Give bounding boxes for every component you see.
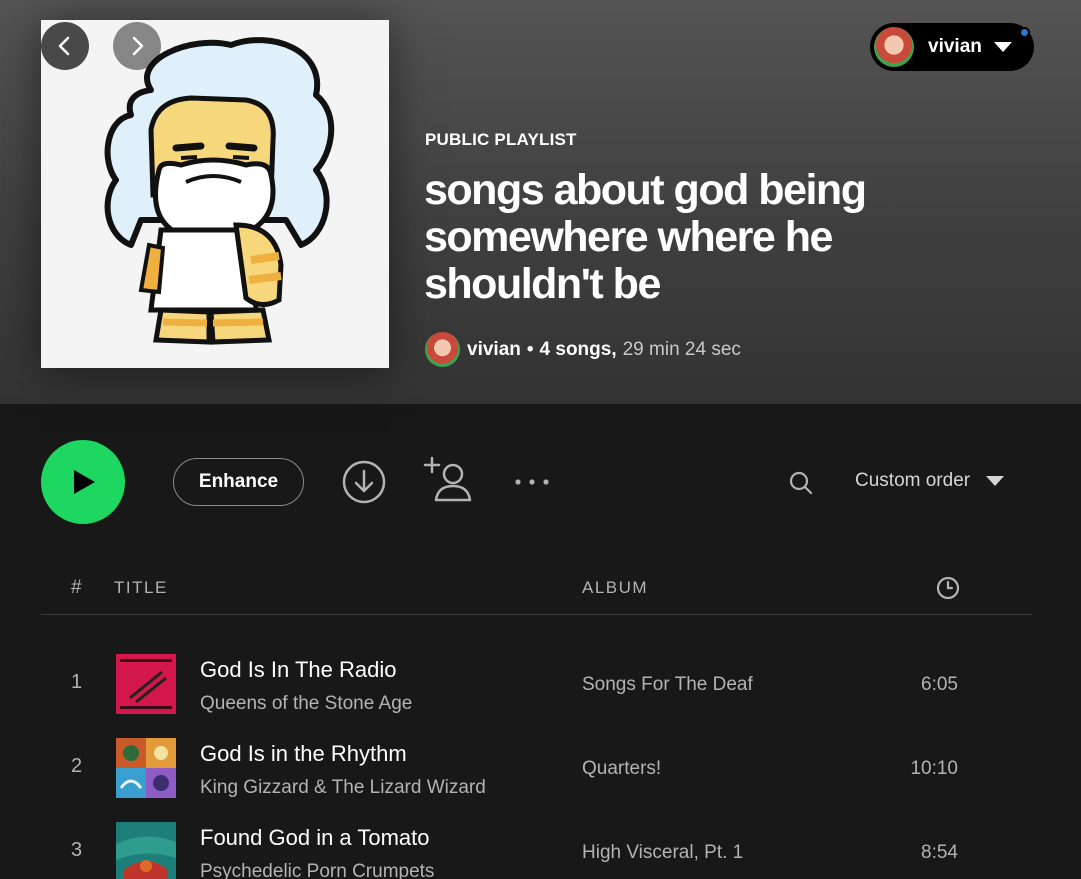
track-album[interactable]: High Visceral, Pt. 1 bbox=[582, 842, 743, 864]
sort-label: Custom order bbox=[855, 470, 971, 491]
track-artist[interactable]: Psychedelic Porn Crumpets bbox=[200, 861, 434, 879]
play-icon bbox=[74, 470, 95, 494]
track-duration: 10:10 bbox=[910, 758, 958, 779]
user-menu-button[interactable]: vivian bbox=[870, 23, 1034, 71]
caret-down-icon bbox=[986, 476, 1005, 486]
action-bar: Enhance Custom order bbox=[0, 440, 1081, 524]
song-count: 4 songs, bbox=[539, 338, 617, 360]
download-icon bbox=[342, 460, 386, 504]
user-name: vivian bbox=[928, 36, 982, 57]
playlist-type-label: PUBLIC PLAYLIST bbox=[425, 130, 577, 149]
add-user-icon bbox=[423, 456, 472, 502]
playlist-cover-image[interactable] bbox=[41, 20, 389, 368]
sort-dropdown[interactable]: Custom order bbox=[855, 470, 1005, 492]
track-album[interactable]: Quarters! bbox=[582, 758, 661, 780]
owner-avatar bbox=[425, 332, 460, 367]
separator-dot: • bbox=[526, 338, 534, 360]
track-row[interactable]: 2 God Is in the Rhythm King Gizzard & Th… bbox=[41, 726, 1032, 810]
playlist-meta: vivian • 4 songs, 29 min 24 sec bbox=[425, 332, 741, 367]
playlist-header: vivian PUBLIC PLAYLIST songs about god b… bbox=[0, 0, 1081, 404]
column-album[interactable]: ALBUM bbox=[582, 578, 648, 598]
owner-link[interactable]: vivian bbox=[467, 339, 521, 361]
search-in-playlist-button[interactable] bbox=[786, 468, 816, 498]
track-duration: 6:05 bbox=[921, 674, 958, 695]
user-avatar bbox=[874, 27, 914, 67]
notification-dot bbox=[1019, 27, 1030, 38]
chevron-right-icon bbox=[132, 36, 144, 56]
track-duration: 8:54 bbox=[921, 842, 958, 863]
forward-button[interactable] bbox=[113, 22, 161, 70]
track-number: 1 bbox=[71, 671, 83, 693]
track-title[interactable]: God Is In The Radio bbox=[200, 657, 397, 683]
column-index: # bbox=[71, 577, 84, 598]
track-row[interactable]: 3 Found God in a Tomato Psychedelic Porn… bbox=[41, 810, 1032, 879]
track-number: 3 bbox=[71, 839, 83, 861]
clock-icon bbox=[936, 576, 960, 600]
track-number: 2 bbox=[71, 755, 83, 777]
enhance-button[interactable]: Enhance bbox=[173, 458, 304, 506]
track-album[interactable]: Songs For The Deaf bbox=[582, 674, 753, 696]
track-artist[interactable]: King Gizzard & The Lizard Wizard bbox=[200, 777, 486, 799]
playlist-title[interactable]: songs about god being somewhere where he… bbox=[424, 167, 944, 308]
add-collaborator-button[interactable] bbox=[422, 456, 476, 506]
back-button[interactable] bbox=[41, 22, 89, 70]
download-button[interactable] bbox=[340, 458, 388, 506]
playlist-duration: 29 min 24 sec bbox=[622, 338, 741, 360]
album-art bbox=[116, 654, 176, 714]
play-button[interactable] bbox=[41, 440, 125, 524]
track-title[interactable]: God Is in the Rhythm bbox=[200, 741, 407, 767]
album-art bbox=[116, 738, 176, 798]
column-duration[interactable] bbox=[935, 575, 961, 606]
column-title[interactable]: TITLE bbox=[114, 578, 168, 598]
track-row[interactable]: 1 God Is In The Radio Queens of the Ston… bbox=[41, 642, 1032, 726]
track-artist[interactable]: Queens of the Stone Age bbox=[200, 693, 412, 715]
more-options-button[interactable] bbox=[510, 470, 554, 494]
track-table-header: # TITLE ALBUM bbox=[41, 560, 1032, 615]
more-horizontal-icon bbox=[515, 479, 549, 485]
caret-down-icon bbox=[993, 42, 1012, 52]
search-icon bbox=[789, 471, 813, 495]
album-art bbox=[116, 822, 176, 879]
chevron-left-icon bbox=[58, 36, 70, 56]
track-title[interactable]: Found God in a Tomato bbox=[200, 825, 430, 851]
cartoon-character-illustration bbox=[104, 37, 335, 345]
